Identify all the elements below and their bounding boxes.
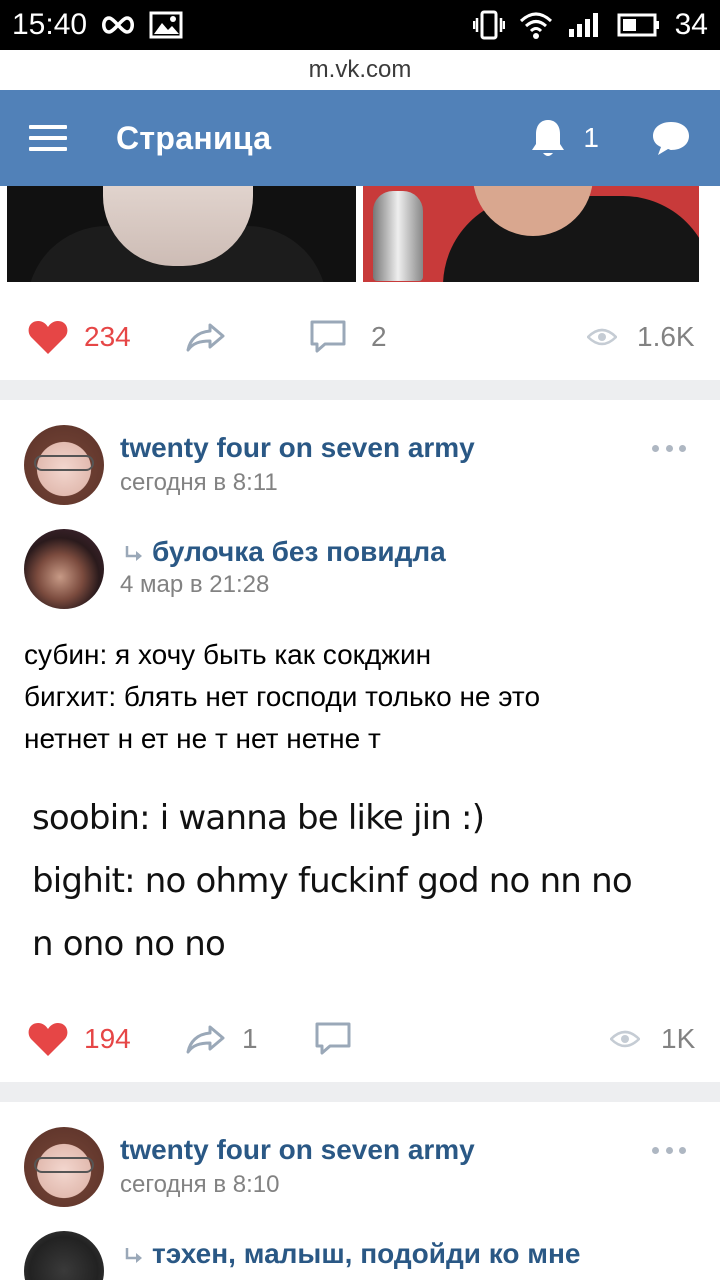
post-text-line: бигхит: блять нет господи только не это: [24, 681, 541, 712]
vibrate-icon: [472, 10, 505, 40]
share-button[interactable]: [186, 322, 226, 352]
image-text-line: soobin: i wanna be like jin :): [32, 798, 485, 838]
post-actions: 194 1 1K: [0, 1009, 720, 1069]
heart-icon: [28, 1023, 68, 1056]
repost-header: булочка без повидла 4 мар в 21:28: [0, 525, 720, 615]
repost-arrow-icon: [125, 546, 142, 561]
views-count: 1.6K: [637, 321, 695, 352]
post-divider: [0, 1082, 720, 1102]
battery-level: 34: [674, 8, 708, 41]
notifications-count: 1: [583, 122, 599, 153]
views-count: 1K: [661, 1023, 696, 1054]
comment-button[interactable]: [314, 1021, 352, 1057]
views-counter: 1.6K: [587, 321, 695, 353]
comment-icon: [315, 1022, 351, 1055]
views-counter: 1K: [610, 1023, 695, 1055]
post-photo[interactable]: [7, 186, 356, 282]
eye-icon: [610, 1030, 640, 1048]
wifi-icon: [519, 12, 552, 39]
url-text: m.vk.com: [308, 56, 412, 83]
post-author[interactable]: twenty four on seven army: [120, 432, 475, 464]
comment-icon: [310, 320, 346, 353]
status-bar: 15:40 34: [0, 0, 720, 50]
post-date[interactable]: сегодня в 8:10: [120, 1171, 279, 1199]
image-icon: [149, 11, 183, 39]
like-button[interactable]: 194: [27, 1021, 131, 1057]
share-button[interactable]: 1: [186, 1023, 258, 1055]
post-image[interactable]: soobin: i wanna be like jin :) bighit: n…: [0, 778, 720, 988]
eye-icon: [587, 328, 617, 346]
image-text-line: bighit: no ohmy fuckinf god no nn no: [32, 861, 633, 901]
post-photos[interactable]: [0, 186, 720, 284]
image-text-line: n ono no no: [32, 924, 226, 964]
post-text-line: нетнет н ет не т нет нетне т: [24, 723, 381, 754]
post-author[interactable]: twenty four on seven army: [120, 1134, 475, 1166]
like-count: 234: [84, 321, 131, 352]
more-options-icon[interactable]: [652, 1147, 686, 1155]
post-header: twenty four on seven army сегодня в 8:10: [0, 1122, 720, 1212]
post-text: субин: я хочу быть как сокджин бигхит: б…: [24, 634, 704, 760]
repost-arrow-icon: [125, 1248, 142, 1263]
like-button[interactable]: 234: [27, 319, 131, 355]
post-date[interactable]: сегодня в 8:11: [120, 469, 278, 497]
post-header: twenty four on seven army сегодня в 8:11: [0, 420, 720, 510]
status-time: 15:40: [12, 8, 88, 41]
comment-count: 2: [371, 321, 387, 352]
avatar[interactable]: [24, 1231, 104, 1280]
share-count: 1: [242, 1023, 258, 1054]
repost-author[interactable]: булочка без повидла: [124, 536, 446, 568]
app-header: Страница 1: [0, 90, 720, 186]
menu-icon[interactable]: [29, 125, 67, 151]
avatar[interactable]: [24, 529, 104, 609]
post-actions: 234 2 1.6K: [0, 307, 720, 367]
share-icon: [186, 323, 225, 352]
heart-icon: [28, 321, 68, 354]
repost-author[interactable]: тэхен, малыш, подойди ко мне: [124, 1238, 580, 1270]
bell-icon: [532, 120, 565, 156]
post-text-line: субин: я хочу быть как сокджин: [24, 639, 432, 670]
url-bar[interactable]: m.vk.com: [0, 50, 720, 90]
page-title: Страница: [116, 119, 272, 156]
comment-button[interactable]: 2: [309, 319, 387, 355]
signal-icon: [568, 13, 598, 37]
more-options-icon[interactable]: [652, 445, 686, 453]
post-divider: [0, 380, 720, 400]
repost-date[interactable]: 4 мар в 21:28: [120, 571, 269, 599]
post-photo[interactable]: [363, 186, 699, 282]
repost-header: тэхен, малыш, подойди ко мне: [0, 1228, 720, 1280]
avatar[interactable]: [24, 425, 104, 505]
notifications-button[interactable]: 1: [529, 117, 599, 159]
messages-icon[interactable]: [651, 119, 691, 157]
avatar[interactable]: [24, 1127, 104, 1207]
share-icon: [186, 1025, 225, 1054]
like-count: 194: [84, 1023, 131, 1054]
battery-icon: [617, 13, 659, 37]
infinity-icon: [102, 16, 135, 34]
